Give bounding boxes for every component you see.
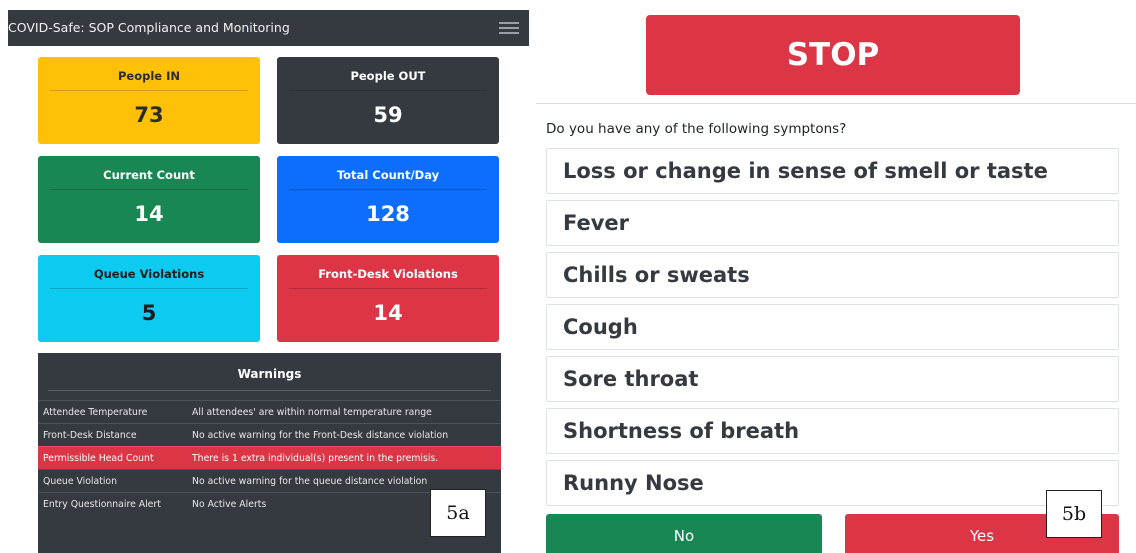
warning-message: No Active Alerts (192, 499, 267, 510)
total-count-card: Total Count/Day 128 (277, 156, 499, 243)
front-desk-violations-card: Front-Desk Violations 14 (277, 255, 499, 342)
symptom-item[interactable]: Shortness of breath (546, 408, 1119, 454)
people-in-card: People IN 73 (38, 57, 260, 144)
questionnaire-panel: STOP Do you have any of the following sy… (536, 0, 1136, 553)
symptom-item[interactable]: Cough (546, 304, 1119, 350)
people-out-card: People OUT 59 (277, 57, 499, 144)
card-divider (50, 90, 248, 91)
warning-message: All attendees' are within normal tempera… (192, 407, 432, 418)
card-label: People IN (117, 69, 180, 83)
symptom-item[interactable]: Loss or change in sense of smell or tast… (546, 148, 1119, 194)
card-value: 128 (366, 202, 410, 226)
card-divider (289, 189, 487, 190)
warning-name: Attendee Temperature (43, 407, 148, 418)
warnings-title: Warnings (237, 367, 302, 381)
header-divider (536, 103, 1136, 104)
card-label: Current Count (103, 168, 195, 182)
queue-violations-card: Queue Violations 5 (38, 255, 260, 342)
hamburger-menu-icon[interactable] (499, 19, 519, 37)
figure-label-5a: 5a (430, 489, 486, 537)
warning-name: Entry Questionnaire Alert (43, 499, 161, 510)
warning-name: Queue Violation (43, 476, 118, 487)
warning-row: Front-Desk Distance No active warning fo… (38, 423, 501, 446)
warning-message: No active warning for the queue distance… (192, 476, 428, 487)
warning-message: No active warning for the Front-Desk dis… (192, 430, 449, 441)
card-value: 14 (134, 202, 164, 226)
card-divider (289, 90, 487, 91)
warning-message: There is 1 extra individual(s) present i… (192, 453, 439, 464)
stop-banner: STOP (646, 15, 1020, 95)
figure-label-5b: 5b (1046, 490, 1102, 538)
card-value: 73 (134, 103, 164, 127)
warning-name: Permissible Head Count (43, 453, 154, 464)
app-title: COVID-Safe: SOP Compliance and Monitorin… (8, 20, 290, 35)
symptom-item[interactable]: Chills or sweats (546, 252, 1119, 298)
warnings-divider (48, 390, 491, 391)
warning-row: Attendee Temperature All attendees' are … (38, 400, 501, 423)
warning-name: Front-Desk Distance (43, 430, 137, 441)
card-divider (50, 189, 248, 190)
symptom-list: Loss or change in sense of smell or tast… (546, 148, 1119, 512)
card-divider (50, 288, 248, 289)
card-label: Queue Violations (93, 267, 205, 281)
current-count-card: Current Count 14 (38, 156, 260, 243)
card-value: 59 (373, 103, 403, 127)
navbar: COVID-Safe: SOP Compliance and Monitorin… (8, 10, 529, 46)
symptom-question: Do you have any of the following sympton… (546, 121, 847, 137)
card-label: Front-Desk Violations (318, 267, 458, 281)
no-button[interactable]: No (546, 514, 822, 553)
card-divider (289, 288, 487, 289)
card-value: 14 (373, 301, 403, 325)
card-label: Total Count/Day (336, 168, 440, 182)
warning-row: Permissible Head Count There is 1 extra … (38, 446, 501, 469)
dashboard-panel: COVID-Safe: SOP Compliance and Monitorin… (0, 0, 530, 553)
symptom-item[interactable]: Sore throat (546, 356, 1119, 402)
symptom-item[interactable]: Runny Nose (546, 460, 1119, 506)
symptom-item[interactable]: Fever (546, 200, 1119, 246)
card-label: People OUT (350, 69, 426, 83)
card-value: 5 (141, 301, 157, 325)
